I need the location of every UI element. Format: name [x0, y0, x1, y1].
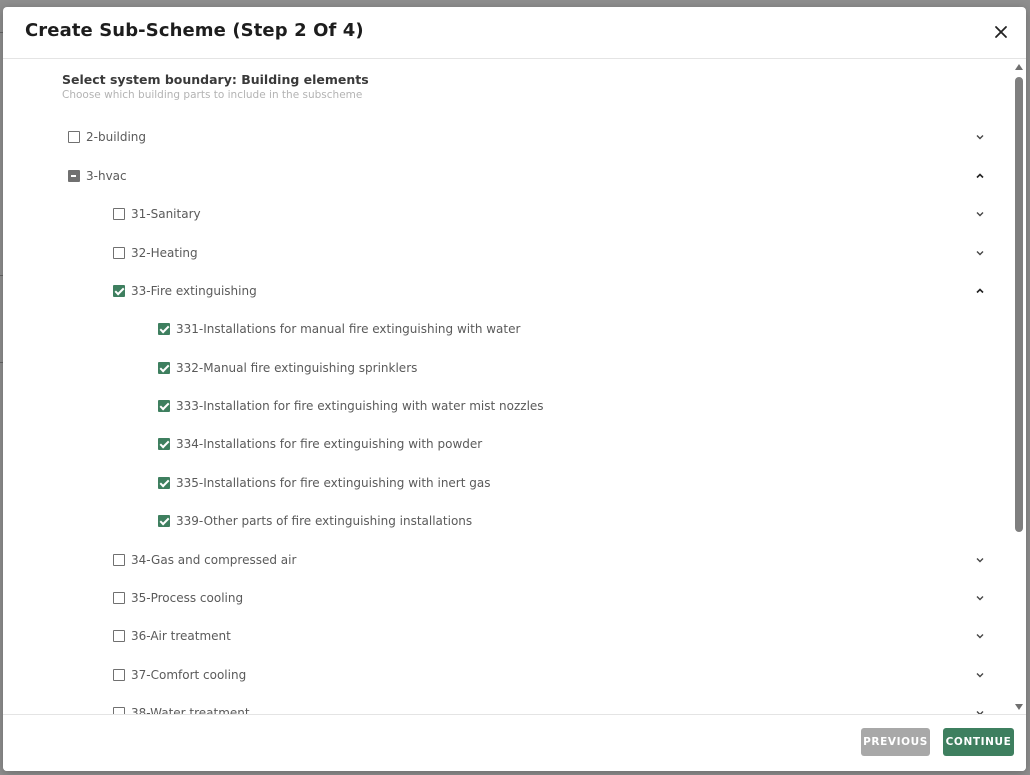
chevron-down-icon[interactable] [974, 592, 986, 604]
chevron-down-icon[interactable] [974, 669, 986, 681]
scrollbar-thumb[interactable] [1015, 77, 1023, 532]
tree-item-label: 33-Fire extinguishing [131, 284, 257, 298]
tree-item-34-gas[interactable]: 34-Gas and compressed air [113, 548, 986, 572]
modal-title: Create Sub-Scheme (Step 2 Of 4) [25, 20, 364, 41]
tree-item-335[interactable]: 335-Installations for fire extinguishing… [158, 471, 986, 495]
checkbox[interactable] [113, 707, 125, 714]
tree-item-label: 3-hvac [86, 169, 127, 183]
checkbox[interactable] [158, 362, 170, 374]
checkbox[interactable] [158, 438, 170, 450]
modal-header: Create Sub-Scheme (Step 2 Of 4) [3, 7, 1026, 59]
tree-item-332[interactable]: 332-Manual fire extinguishing sprinklers [158, 356, 986, 380]
scrollbar[interactable] [1012, 59, 1026, 714]
chevron-down-icon[interactable] [974, 707, 986, 714]
tree-item-label: 332-Manual fire extinguishing sprinklers [176, 361, 418, 375]
tree-item-31-sanitary[interactable]: 31-Sanitary [113, 202, 986, 226]
checkbox[interactable] [158, 400, 170, 412]
tree-item-38-water-treatment[interactable]: 38-Water treatment [113, 701, 986, 714]
checkbox[interactable] [158, 323, 170, 335]
tree-item-label: 37-Comfort cooling [131, 668, 247, 682]
tree-item-37-comfort-cooling[interactable]: 37-Comfort cooling [113, 663, 986, 687]
tree-item-label: 34-Gas and compressed air [131, 553, 297, 567]
checkbox[interactable] [113, 669, 125, 681]
previous-button[interactable]: PREVIOUS [861, 728, 930, 756]
checkbox[interactable] [113, 208, 125, 220]
chevron-down-icon[interactable] [974, 247, 986, 259]
tree-item-3-hvac[interactable]: 3-hvac [68, 164, 986, 188]
scroll-up-arrow-icon[interactable] [1015, 63, 1023, 71]
tree-item-label: 333-Installation for fire extinguishing … [176, 399, 544, 413]
tree-item-label: 335-Installations for fire extinguishing… [176, 476, 491, 490]
chevron-down-icon[interactable] [974, 131, 986, 143]
tree-item-label: 32-Heating [131, 246, 198, 260]
tree-item-33-fire-extinguishing[interactable]: 33-Fire extinguishing [113, 279, 986, 303]
modal-body: Select system boundary: Building element… [3, 59, 1026, 714]
tree-item-334[interactable]: 334-Installations for fire extinguishing… [158, 432, 986, 456]
tree-item-331[interactable]: 331-Installations for manual fire exting… [158, 317, 986, 341]
checkbox[interactable] [158, 515, 170, 527]
checkbox[interactable] [113, 630, 125, 642]
tree-item-35-process-cooling[interactable]: 35-Process cooling [113, 586, 986, 610]
checkbox[interactable] [113, 592, 125, 604]
tree-item-333[interactable]: 333-Installation for fire extinguishing … [158, 394, 986, 418]
tree-item-32-heating[interactable]: 32-Heating [113, 241, 986, 265]
chevron-down-icon[interactable] [974, 630, 986, 642]
tree-item-label: 31-Sanitary [131, 207, 201, 221]
checkbox[interactable] [68, 131, 80, 143]
create-subscheme-modal: Create Sub-Scheme (Step 2 Of 4) Select s… [3, 7, 1026, 771]
chevron-down-icon[interactable] [974, 208, 986, 220]
checkbox[interactable] [113, 554, 125, 566]
chevron-down-icon[interactable] [974, 554, 986, 566]
tree-item-label: 331-Installations for manual fire exting… [176, 322, 521, 336]
scroll-down-arrow-icon[interactable] [1015, 703, 1023, 711]
tree-item-36-air-treatment[interactable]: 36-Air treatment [113, 624, 986, 648]
continue-button[interactable]: CONTINUE [943, 728, 1014, 756]
tree-item-label: 334-Installations for fire extinguishing… [176, 437, 483, 451]
checkbox[interactable] [113, 285, 125, 297]
chevron-up-icon[interactable] [974, 285, 986, 297]
tree-item-2-building[interactable]: 2-building [68, 125, 986, 149]
section-title: Select system boundary: Building element… [62, 72, 369, 87]
chevron-up-icon[interactable] [974, 170, 986, 182]
section-subtitle: Choose which building parts to include i… [62, 89, 363, 101]
tree-item-339[interactable]: 339-Other parts of fire extinguishing in… [158, 509, 986, 533]
checkbox[interactable] [158, 477, 170, 489]
tree-item-label: 2-building [86, 130, 147, 144]
close-icon[interactable] [992, 23, 1010, 41]
tree-item-label: 35-Process cooling [131, 591, 244, 605]
checkbox[interactable] [113, 247, 125, 259]
modal-footer: PREVIOUS CONTINUE [3, 714, 1026, 771]
checkbox[interactable] [68, 170, 80, 182]
tree-item-label: 36-Air treatment [131, 629, 231, 643]
tree-item-label: 38-Water treatment [131, 706, 250, 714]
tree-item-label: 339-Other parts of fire extinguishing in… [176, 514, 473, 528]
